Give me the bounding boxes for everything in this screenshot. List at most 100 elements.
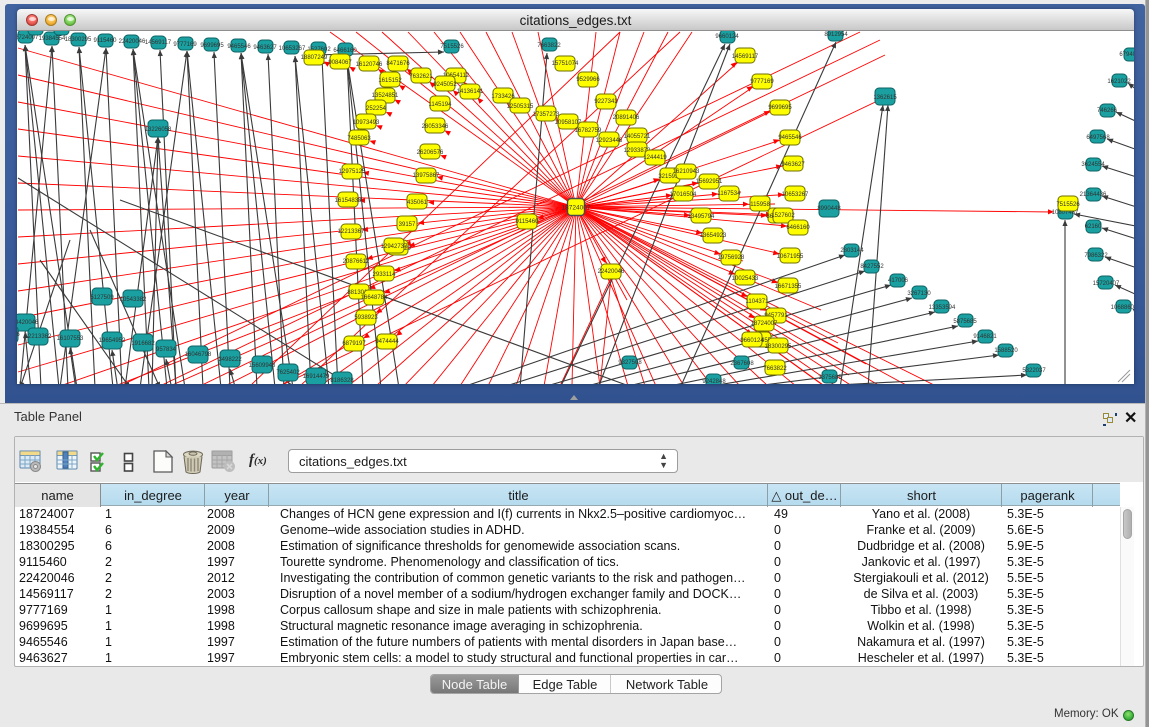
svg-text:10025433: 10025433: [732, 276, 759, 282]
svg-text:18300295: 18300295: [65, 37, 92, 43]
svg-text:9463627: 9463627: [781, 162, 805, 168]
svg-text:1621022: 1621022: [1107, 79, 1131, 85]
svg-text:12213367: 12213367: [338, 229, 365, 235]
svg-text:9115460: 9115460: [94, 38, 118, 44]
svg-text:18300295: 18300295: [765, 344, 792, 350]
svg-text:12213362: 12213362: [25, 334, 52, 340]
svg-text:7485063: 7485063: [347, 136, 371, 142]
svg-text:9146821: 9146821: [973, 334, 997, 340]
svg-text:9529966: 9529966: [576, 77, 600, 83]
svg-text:20876612: 20876612: [343, 259, 370, 265]
svg-text:16648784: 16648784: [361, 295, 388, 301]
svg-text:14136141: 14136141: [457, 89, 484, 95]
svg-text:1615152: 1615152: [378, 78, 402, 84]
svg-text:9084067: 9084067: [328, 60, 352, 66]
svg-text:7663822: 7663822: [537, 43, 561, 49]
svg-text:9227343: 9227343: [594, 99, 618, 105]
svg-text:15751074: 15751074: [552, 61, 579, 67]
svg-text:16671355: 16671355: [49, 31, 76, 32]
svg-text:9242848: 9242848: [702, 379, 726, 384]
svg-text:9245052: 9245052: [433, 82, 457, 88]
svg-text:7515526: 7515526: [1056, 202, 1080, 208]
svg-text:22420046: 22420046: [119, 39, 146, 45]
svg-text:7986322: 7986322: [1084, 253, 1108, 259]
svg-text:9777169: 9777169: [750, 79, 774, 85]
svg-text:9327508: 9327508: [618, 360, 642, 366]
svg-text:10671955: 10671955: [777, 254, 804, 260]
svg-text:10973493: 10973493: [353, 120, 380, 126]
svg-text:1588520: 1588520: [994, 348, 1018, 354]
svg-text:746266: 746266: [1097, 108, 1118, 114]
svg-text:9465546: 9465546: [778, 135, 802, 141]
svg-text:9699695: 9699695: [200, 43, 224, 49]
svg-text:16154838: 16154838: [335, 198, 362, 204]
svg-text:1362615: 1362615: [873, 95, 897, 101]
svg-text:9660124: 9660124: [740, 338, 764, 344]
svg-text:5322037: 5322037: [1022, 368, 1046, 374]
svg-text:3624554: 3624554: [1081, 162, 1105, 168]
svg-text:957834: 957834: [156, 347, 177, 353]
svg-text:8912954: 8912954: [824, 32, 848, 38]
svg-text:19756928: 19756928: [718, 255, 745, 261]
svg-text:16210943: 16210943: [673, 169, 700, 175]
svg-text:9474444: 9474444: [375, 339, 399, 345]
svg-text:3267130: 3267130: [907, 291, 931, 297]
svg-text:14569117: 14569117: [145, 40, 172, 46]
svg-text:5875685: 5875685: [953, 319, 977, 325]
svg-text:1244419: 1244419: [643, 155, 667, 161]
svg-text:28053346: 28053346: [422, 124, 449, 130]
svg-text:22420046: 22420046: [598, 269, 625, 275]
svg-text:12942737: 12942737: [381, 244, 408, 250]
svg-text:14055721: 14055721: [624, 134, 651, 140]
svg-text:10653267: 10653267: [279, 46, 306, 52]
svg-text:13975867: 13975867: [413, 173, 440, 179]
svg-text:252254: 252254: [366, 106, 387, 112]
svg-text:1916682: 1916682: [131, 341, 155, 347]
svg-text:6497568: 6497568: [1086, 135, 1110, 141]
svg-text:15609948: 15609948: [249, 363, 276, 369]
svg-text:435061: 435061: [407, 200, 428, 206]
svg-text:14569117: 14569117: [732, 54, 759, 60]
svg-text:8427552: 8427552: [860, 264, 884, 270]
svg-text:10671955: 10671955: [22, 31, 49, 33]
svg-text:1104371: 1104371: [746, 299, 770, 305]
svg-text:2933114: 2933114: [373, 272, 397, 278]
svg-text:3375685: 3375685: [818, 375, 842, 381]
svg-text:13226058: 13226058: [145, 127, 172, 133]
svg-text:15692951: 15692951: [696, 179, 723, 185]
svg-text:417006: 417006: [888, 278, 909, 284]
svg-text:12975125: 12975125: [339, 169, 366, 175]
svg-text:10543382: 10543382: [120, 297, 147, 303]
svg-text:9465546: 9465546: [227, 44, 251, 50]
svg-text:8990448: 8990448: [817, 206, 841, 212]
svg-text:8471676: 8471676: [386, 61, 410, 67]
svg-text:6466160: 6466160: [333, 48, 357, 54]
svg-text:16046798: 16046798: [185, 352, 212, 358]
svg-text:7515526: 7515526: [440, 44, 464, 50]
svg-text:26206576: 26206576: [417, 150, 444, 156]
svg-text:7632621: 7632621: [409, 74, 433, 80]
svg-text:2367608: 2367608: [730, 361, 754, 367]
svg-text:6794028: 6794028: [1119, 52, 1134, 58]
svg-text:16914479: 16914479: [303, 374, 330, 380]
svg-text:9699695: 9699695: [768, 105, 792, 111]
svg-text:1527602: 1527602: [771, 213, 795, 219]
svg-text:2803144: 2803144: [840, 248, 864, 254]
svg-text:13353594: 13353594: [929, 305, 956, 311]
svg-text:9463627: 9463627: [253, 45, 277, 51]
svg-text:19654952: 19654952: [99, 338, 126, 344]
svg-text:1145194: 1145194: [429, 102, 453, 108]
svg-text:17357273: 17357273: [533, 112, 560, 118]
svg-text:5127509: 5127509: [90, 295, 114, 301]
svg-text:12923446: 12923446: [596, 138, 623, 144]
svg-text:3498222: 3498222: [218, 357, 242, 363]
svg-text:10653267: 10653267: [782, 192, 809, 198]
svg-text:18724007: 18724007: [751, 321, 778, 327]
svg-text:23420046: 23420046: [17, 320, 39, 326]
svg-text:1167534: 1167534: [718, 191, 742, 197]
svg-text:16782759: 16782759: [575, 128, 602, 134]
svg-text:62160: 62160: [1085, 224, 1102, 230]
svg-text:12505315: 12505315: [507, 104, 534, 110]
svg-text:17016504: 17016504: [670, 192, 697, 198]
svg-text:13524851: 13524851: [372, 93, 399, 99]
